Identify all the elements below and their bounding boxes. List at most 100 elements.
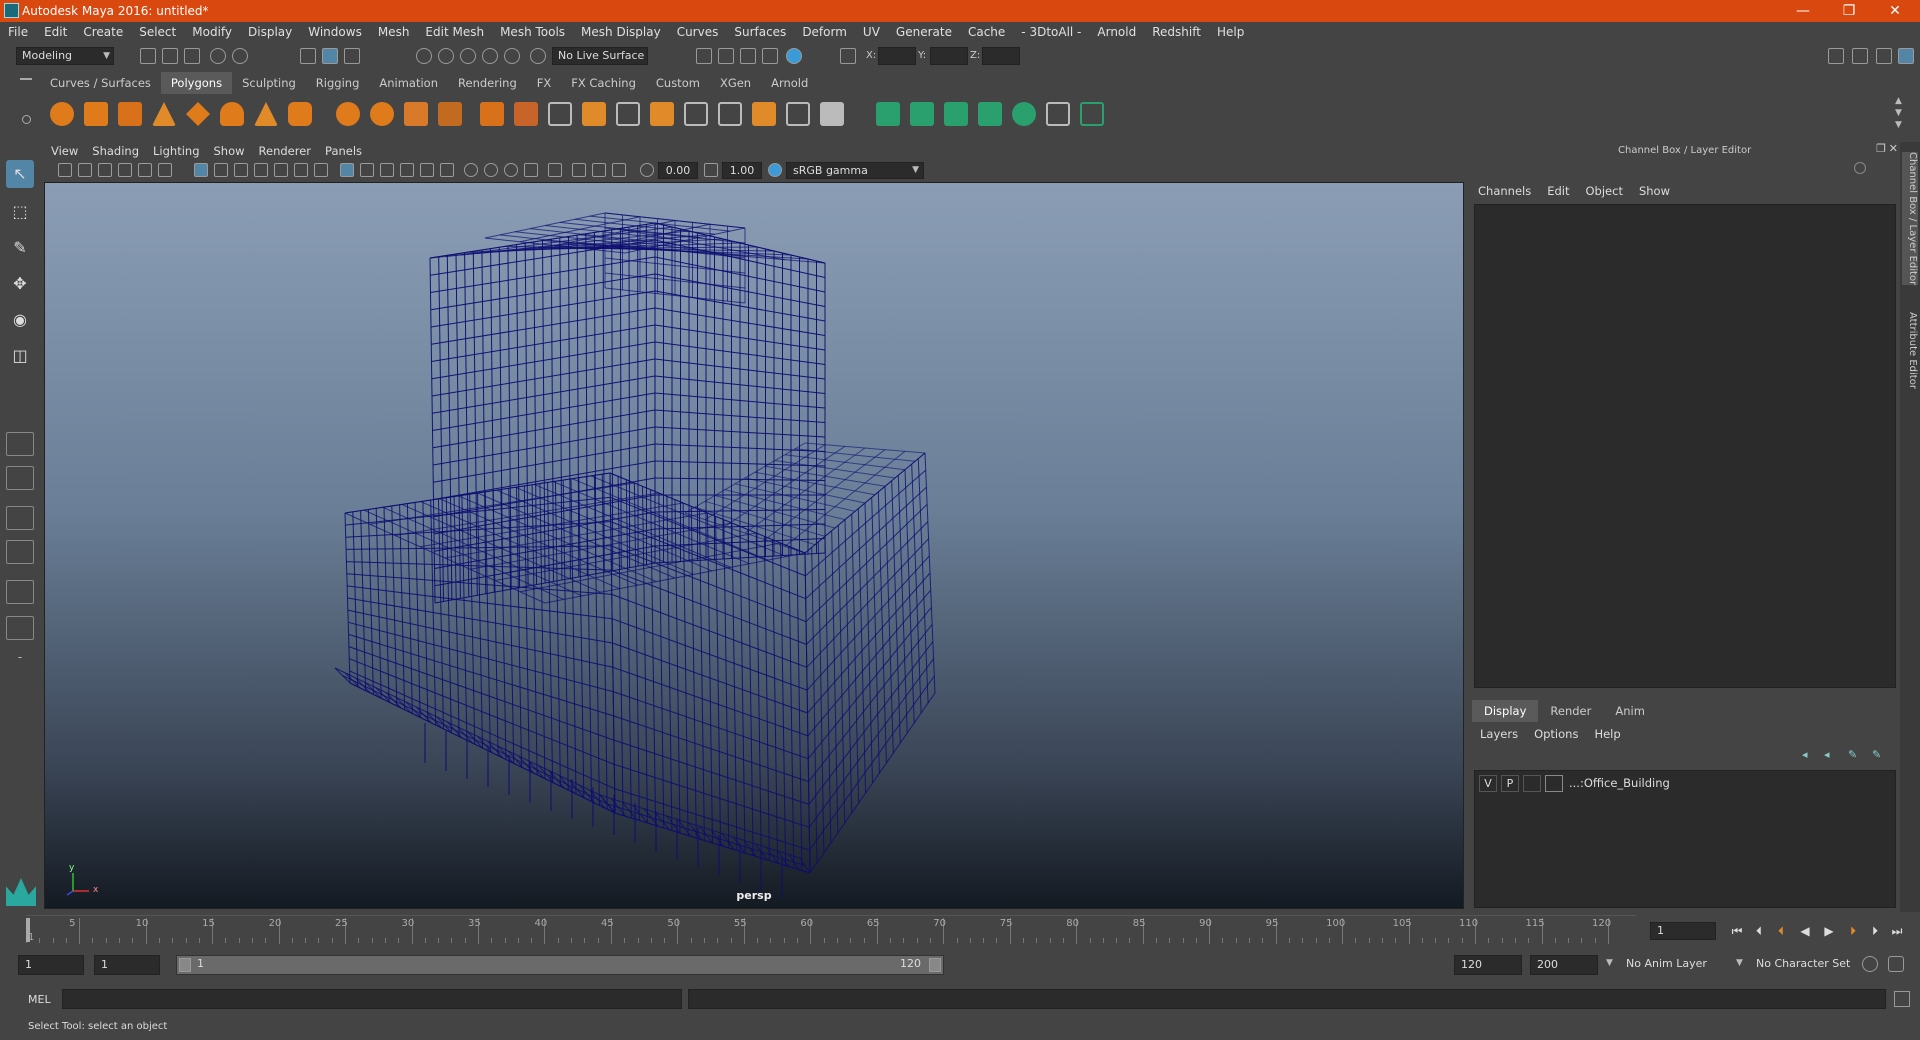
- menu-3dtoall[interactable]: - 3DtoAll -: [1013, 22, 1089, 43]
- move-tool-icon[interactable]: ✥: [6, 270, 34, 298]
- merge-vertices-icon[interactable]: [718, 102, 742, 126]
- rotate-tool-icon[interactable]: ◉: [6, 306, 34, 334]
- smooth-shade-icon[interactable]: [360, 163, 374, 177]
- shelf-tab-animation[interactable]: Animation: [369, 72, 448, 94]
- mirror-icon[interactable]: [752, 102, 776, 126]
- menu-select[interactable]: Select: [131, 22, 184, 43]
- render-frame-icon[interactable]: [718, 48, 734, 64]
- layer-tab-anim[interactable]: Anim: [1603, 700, 1657, 722]
- single-perspective-layout-icon[interactable]: [6, 432, 34, 456]
- shelf-tab-curves-surfaces[interactable]: Curves / Surfaces: [40, 72, 161, 94]
- menu-redshift[interactable]: Redshift: [1144, 22, 1209, 43]
- paint-select-tool-icon[interactable]: ✎: [6, 234, 34, 262]
- preferences-icon[interactable]: [1888, 956, 1904, 972]
- channel-box-options-icon[interactable]: [1854, 162, 1866, 174]
- step-back-key-icon[interactable]: ⏴: [1772, 922, 1790, 940]
- time-slider[interactable]: 1 5 10 15 20 25 30 35 40 45 50 55 60 65 70 75 80 85 90 95 10…: [26, 915, 1636, 945]
- toggle-channel-box-icon[interactable]: [1898, 48, 1914, 64]
- bevel-icon[interactable]: [616, 102, 640, 126]
- shelf-tab-custom[interactable]: Custom: [646, 72, 710, 94]
- textured-icon[interactable]: [420, 163, 434, 177]
- layer-playback-toggle[interactable]: P: [1501, 775, 1519, 792]
- reduce-icon[interactable]: [786, 102, 810, 126]
- layer-row[interactable]: V P ...:Office_Building: [1479, 775, 1891, 793]
- animation-end-field[interactable]: 200: [1530, 955, 1598, 975]
- isolate-select-icon[interactable]: [548, 163, 562, 177]
- menu-display[interactable]: Display: [240, 22, 300, 43]
- boolean-icon[interactable]: [438, 102, 462, 126]
- layout-uv-icon[interactable]: [1080, 102, 1104, 126]
- four-view-layout-icon[interactable]: [6, 466, 34, 490]
- outliner-persp-graph-layout-icon[interactable]: [6, 580, 34, 604]
- close-button[interactable]: ✕: [1872, 0, 1918, 22]
- poly-pipe-icon[interactable]: [288, 102, 312, 126]
- shelf-tab-fx[interactable]: FX: [527, 72, 562, 94]
- render-settings-icon[interactable]: [762, 48, 778, 64]
- channel-box-menu-edit[interactable]: Edit: [1539, 184, 1577, 198]
- x-field[interactable]: [878, 47, 916, 65]
- step-forward-key-icon[interactable]: ⏵: [1844, 922, 1862, 940]
- grease-pencil-icon[interactable]: [158, 163, 172, 177]
- grid-icon[interactable]: [194, 163, 208, 177]
- z-field[interactable]: [982, 47, 1020, 65]
- save-scene-icon[interactable]: [184, 48, 200, 64]
- screen-space-ao-icon[interactable]: [484, 163, 498, 177]
- xray-active-components-icon[interactable]: [592, 163, 606, 177]
- transform-constraint-icon[interactable]: [840, 48, 856, 64]
- snap-surface-icon[interactable]: [504, 48, 520, 64]
- viewport-menu-show[interactable]: Show: [207, 142, 252, 160]
- extrude-icon[interactable]: [480, 102, 504, 126]
- menu-mesh[interactable]: Mesh: [370, 22, 418, 43]
- append-polygon-icon[interactable]: [650, 102, 674, 126]
- layer-menu-help[interactable]: Help: [1586, 727, 1628, 741]
- bridge-icon[interactable]: [514, 102, 538, 126]
- checker-map-icon[interactable]: [1046, 102, 1070, 126]
- toggle-attribute-editor-icon[interactable]: [1852, 48, 1868, 64]
- range-end-handle[interactable]: [929, 958, 941, 972]
- snap-grid-icon[interactable]: [416, 48, 432, 64]
- poly-cylinder-icon[interactable]: [118, 102, 142, 126]
- viewport-menu-panels[interactable]: Panels: [318, 142, 369, 160]
- viewport-menu-view[interactable]: View: [44, 142, 85, 160]
- shelf-tab-polygons[interactable]: Polygons: [160, 72, 233, 94]
- field-chart-icon[interactable]: [274, 163, 288, 177]
- select-camera-icon[interactable]: [58, 163, 72, 177]
- shelf-tab-rigging[interactable]: Rigging: [306, 72, 370, 94]
- step-back-frame-icon[interactable]: ⏴: [1750, 922, 1768, 940]
- menu-help[interactable]: Help: [1209, 22, 1252, 43]
- layer-menu-options[interactable]: Options: [1526, 727, 1586, 741]
- open-scene-icon[interactable]: [162, 48, 178, 64]
- lasso-tool-icon[interactable]: ⬚: [6, 198, 34, 226]
- automatic-uv-icon[interactable]: [978, 102, 1002, 126]
- new-scene-icon[interactable]: [140, 48, 156, 64]
- command-language-label[interactable]: MEL: [28, 993, 51, 1006]
- two-d-pan-zoom-icon[interactable]: [138, 163, 152, 177]
- anti-aliasing-icon[interactable]: [524, 163, 538, 177]
- gate-mask-icon[interactable]: [254, 163, 268, 177]
- shelf-tab-fx-caching[interactable]: FX Caching: [561, 72, 646, 94]
- current-time-marker[interactable]: [26, 918, 30, 942]
- minimize-button[interactable]: —: [1780, 0, 1826, 22]
- shelf-settings-icon[interactable]: [22, 115, 31, 124]
- step-forward-frame-icon[interactable]: ⏵: [1866, 922, 1884, 940]
- uv-editor-icon[interactable]: [1012, 102, 1036, 126]
- combine-icon[interactable]: [336, 102, 360, 126]
- exposure-icon[interactable]: [640, 163, 654, 177]
- redo-icon[interactable]: [232, 48, 248, 64]
- script-editor-icon[interactable]: [1894, 991, 1910, 1007]
- safe-title-icon[interactable]: [314, 163, 328, 177]
- xray-icon[interactable]: [572, 163, 586, 177]
- shelf-menu-icon[interactable]: [20, 78, 32, 80]
- gamma-icon[interactable]: [704, 163, 718, 177]
- cleanup-icon[interactable]: [820, 102, 844, 126]
- animation-start-field[interactable]: 1: [18, 955, 84, 975]
- new-layer-selected-icon[interactable]: ✎: [1872, 748, 1881, 761]
- undo-icon[interactable]: [210, 48, 226, 64]
- menu-cache[interactable]: Cache: [960, 22, 1013, 43]
- poly-pyramid-icon[interactable]: [254, 102, 278, 126]
- toggle-tool-settings-icon[interactable]: [1876, 48, 1892, 64]
- play-forwards-icon[interactable]: ▶: [1820, 922, 1838, 940]
- anim-layer-dropdown[interactable]: No Anim Layer: [1620, 955, 1740, 975]
- insert-edge-loop-icon[interactable]: [582, 102, 606, 126]
- menu-surfaces[interactable]: Surfaces: [726, 22, 794, 43]
